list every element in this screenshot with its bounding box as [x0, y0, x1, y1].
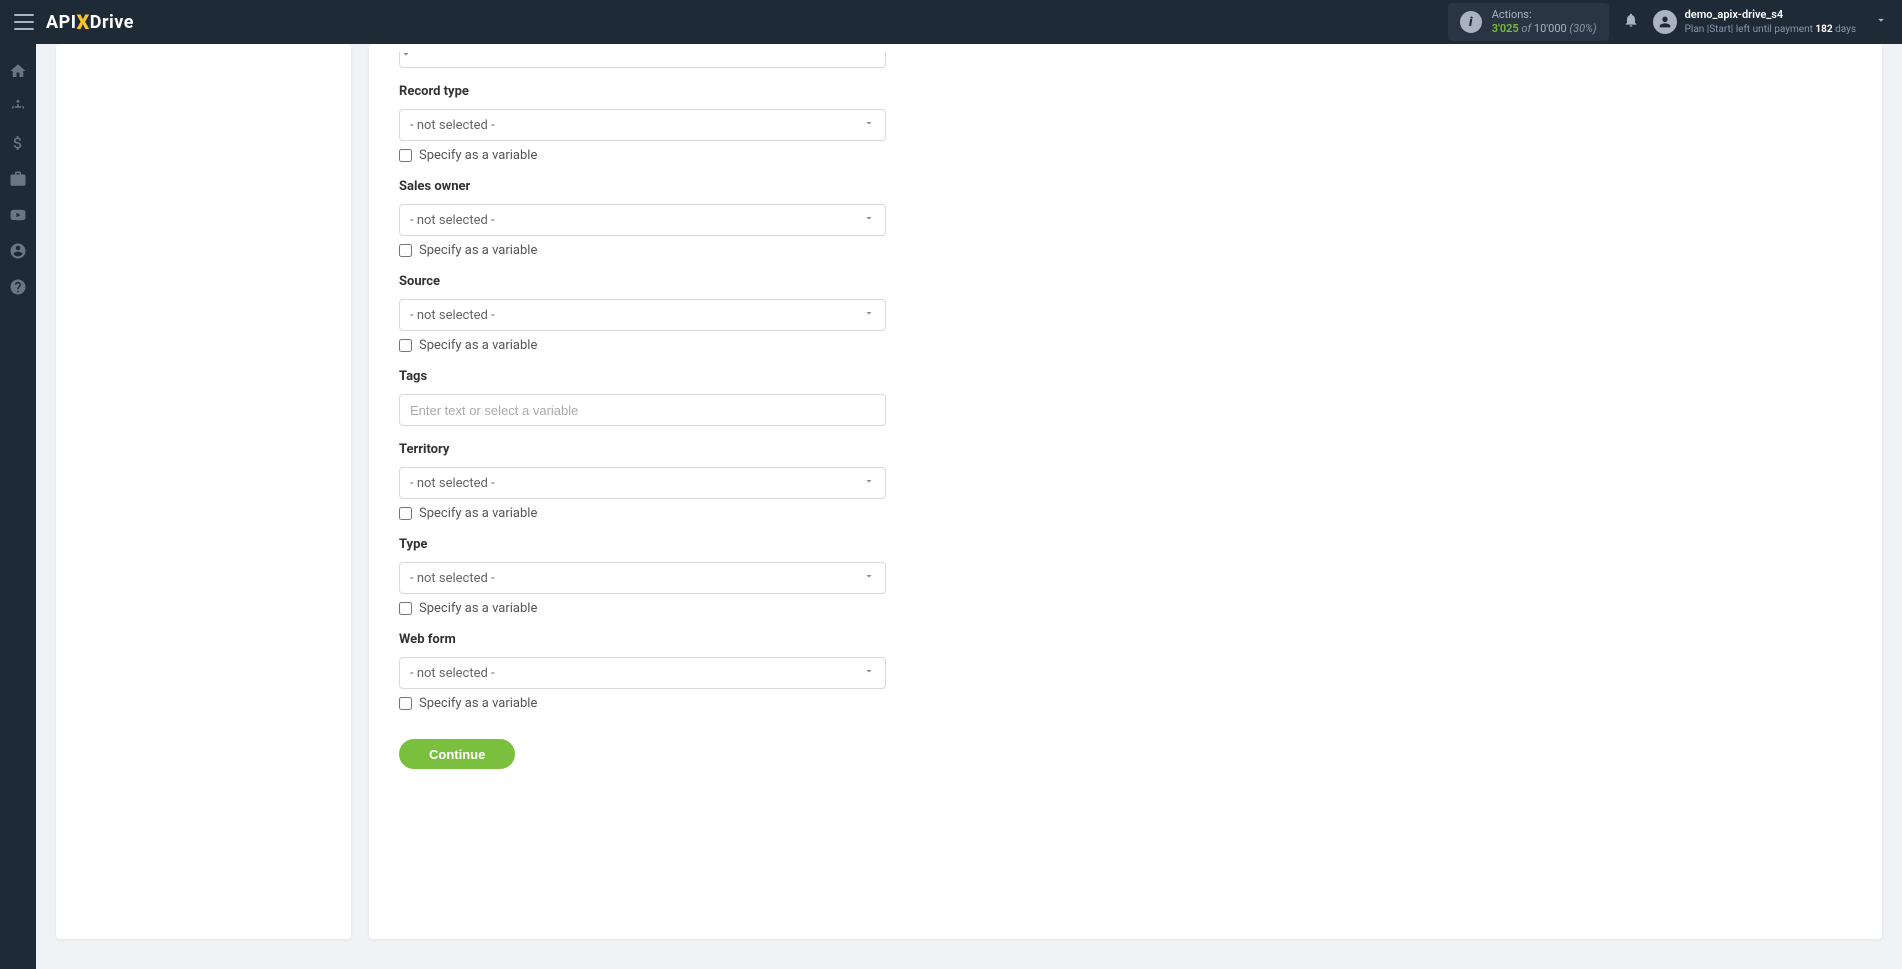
checkbox-label: Specify as a variable	[419, 338, 537, 353]
field-label: Tags	[399, 369, 1852, 384]
field-label: Territory	[399, 442, 1852, 457]
chevron-down-icon	[863, 117, 875, 133]
sitemap-icon[interactable]	[9, 98, 27, 116]
record-type-select[interactable]: - not selected -	[399, 109, 886, 141]
info-icon: i	[1460, 11, 1482, 33]
select-value: - not selected -	[410, 118, 495, 133]
specify-variable-row[interactable]: Specify as a variable	[399, 338, 1852, 353]
select-value: - not selected -	[410, 476, 495, 491]
youtube-icon[interactable]	[9, 206, 27, 224]
chevron-down-icon	[863, 307, 875, 323]
checkbox-label: Specify as a variable	[419, 148, 537, 163]
briefcase-icon[interactable]	[9, 170, 27, 188]
field-type: Type - not selected - Specify as a varia…	[399, 537, 1852, 616]
tags-input[interactable]	[399, 394, 886, 426]
chevron-down-icon	[1874, 13, 1888, 31]
help-icon[interactable]	[9, 278, 27, 296]
sidebar	[0, 44, 36, 969]
field-label: Web form	[399, 632, 1852, 647]
user-icon[interactable]	[9, 242, 27, 260]
specify-variable-row[interactable]: Specify as a variable	[399, 506, 1852, 521]
specify-variable-checkbox[interactable]	[399, 339, 412, 352]
select-value: - not selected -	[410, 666, 495, 681]
user-menu[interactable]: demo_apix-drive_s4 Plan |Start| left unt…	[1653, 8, 1888, 35]
hamburger-menu-icon[interactable]	[14, 14, 34, 30]
checkbox-label: Specify as a variable	[419, 601, 537, 616]
left-panel	[56, 44, 351, 939]
field-source: Source - not selected - Specify as a var…	[399, 274, 1852, 353]
territory-select[interactable]: - not selected -	[399, 467, 886, 499]
avatar-icon	[1653, 10, 1677, 34]
specify-variable-row[interactable]: Specify as a variable	[399, 696, 1852, 711]
home-icon[interactable]	[9, 62, 27, 80]
specify-variable-checkbox[interactable]	[399, 602, 412, 615]
sales-owner-select[interactable]: - not selected -	[399, 204, 886, 236]
actions-text: Actions: 3'025 of 10'000 (30%)	[1492, 8, 1597, 37]
specify-variable-checkbox[interactable]	[399, 697, 412, 710]
field-sales-owner: Sales owner - not selected - Specify as …	[399, 179, 1852, 258]
field-record-type: Record type - not selected - Specify as …	[399, 84, 1852, 163]
top-header: APIXDrive i Actions: 3'025 of 10'000 (30…	[0, 0, 1902, 44]
specify-variable-checkbox[interactable]	[399, 149, 412, 162]
checkbox-label: Specify as a variable	[419, 506, 537, 521]
specify-variable-row[interactable]: Specify as a variable	[399, 243, 1852, 258]
checkbox-label: Specify as a variable	[419, 243, 537, 258]
chevron-down-icon	[863, 475, 875, 491]
user-info: demo_apix-drive_s4 Plan |Start| left unt…	[1685, 8, 1856, 35]
select-value: - not selected -	[410, 213, 495, 228]
field-tags: Tags	[399, 369, 1852, 426]
select-value: - not selected -	[410, 308, 495, 323]
chevron-down-icon	[863, 570, 875, 586]
source-select[interactable]: - not selected -	[399, 299, 886, 331]
logo[interactable]: APIXDrive	[46, 10, 134, 34]
continue-button[interactable]: Continue	[399, 739, 515, 769]
field-web-form: Web form - not selected - Specify as a v…	[399, 632, 1852, 711]
prev-field-select[interactable]	[399, 52, 886, 68]
specify-variable-checkbox[interactable]	[399, 244, 412, 257]
type-select[interactable]: - not selected -	[399, 562, 886, 594]
field-label: Sales owner	[399, 179, 1852, 194]
field-label: Source	[399, 274, 1852, 289]
chevron-down-icon	[863, 212, 875, 228]
field-label: Record type	[399, 84, 1852, 99]
bell-icon[interactable]	[1623, 12, 1639, 32]
main-form-panel: Record type - not selected - Specify as …	[369, 44, 1882, 939]
select-value: - not selected -	[410, 571, 495, 586]
field-label: Type	[399, 537, 1852, 552]
specify-variable-checkbox[interactable]	[399, 507, 412, 520]
dollar-icon[interactable]	[9, 134, 27, 152]
field-territory: Territory - not selected - Specify as a …	[399, 442, 1852, 521]
specify-variable-row[interactable]: Specify as a variable	[399, 148, 1852, 163]
actions-counter[interactable]: i Actions: 3'025 of 10'000 (30%)	[1448, 3, 1609, 42]
web-form-select[interactable]: - not selected -	[399, 657, 886, 689]
chevron-down-icon	[400, 48, 412, 64]
specify-variable-row[interactable]: Specify as a variable	[399, 601, 1852, 616]
chevron-down-icon	[863, 665, 875, 681]
checkbox-label: Specify as a variable	[419, 696, 537, 711]
